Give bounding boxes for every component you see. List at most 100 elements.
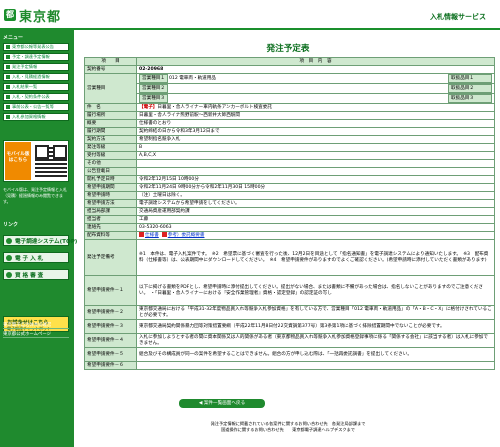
apply-method: 電子調達システムから希望申請をしてください。	[136, 199, 495, 208]
subject-text: 日暮里・舎人ライナー車内軌条アンカーボルト検査委託	[157, 105, 272, 110]
mobile-label: モバイル版はこちら	[5, 142, 31, 180]
requirement-6	[136, 361, 495, 370]
row-label: 概要	[84, 119, 137, 128]
back-button-label: 案件一覧画面へ戻る	[203, 401, 246, 406]
header-divider	[0, 28, 500, 30]
requirement-5: 組合及びその構成員が同一の案件を希望することはできません。組合の方が申し込む際は…	[136, 347, 495, 362]
remarks: ※1 本件は、電子入札案件です。 ※2 希望票に基づく審査を行った後、12月2日…	[136, 239, 495, 276]
sidebar-item-order-plan[interactable]: 発注予定情報	[3, 63, 69, 71]
department: 交通局資産運用部契約課	[136, 207, 495, 216]
row-label: 受付等級	[84, 151, 137, 160]
link-qualification-review[interactable]: 資 格 審 査	[3, 269, 69, 280]
globe-icon	[6, 254, 12, 261]
row-label: 開札予定日時	[84, 175, 137, 184]
contract-method: 希望制指名競争入札	[136, 135, 495, 144]
sidebar-item-label: 事前公表・公告一覧等	[12, 104, 54, 109]
announce-date	[136, 167, 495, 176]
sidebar-item-label: 予定・調達予定情報	[12, 54, 50, 59]
sidebar: メニュー 東京都公報等発表公告 予定・調達予定情報 発注予定情報 入札・見積経過…	[0, 30, 77, 447]
row-label: 営業種目	[84, 73, 137, 104]
contact: 03-5320-6063	[136, 223, 495, 232]
row-label: 連絡先	[84, 223, 137, 232]
sidebar-links-heading: リンク	[3, 222, 19, 228]
sidebar-item-label: 入札参加資格情報	[12, 114, 46, 119]
link-label: 電子調達システム(TOP)	[15, 238, 78, 245]
link-e-procurement-top[interactable]: 電子調達システム(TOP)	[3, 235, 77, 246]
place: 日暮里・舎人ライナ熊野前駅～西新井大師西駅間	[136, 111, 495, 120]
order-plan-table: 項 目 項 目 内 容 契約番号 02-20968 営業種目 営業種目１ 012 電…	[84, 57, 495, 370]
mobile-site-banner[interactable]: モバイル版はこちら	[3, 140, 69, 182]
requirement-4: 入札に参加しようとする者の間に資本関係又は人的関係がある者（東京都物品買入れ等競…	[136, 333, 495, 348]
apply-note: （注）土曜日は除く。	[136, 191, 495, 200]
back-to-list-button[interactable]: ◀ 案件一覧画面へ戻る	[179, 399, 265, 408]
bullet-icon	[6, 55, 10, 59]
sidebar-item-label: 東京都公報等発表公告	[12, 44, 54, 49]
row-label: 契約番号	[84, 65, 137, 74]
globe-icon	[6, 271, 12, 278]
row-label: 希望申請要件－６	[84, 361, 137, 370]
doc-link-overview[interactable]: 参考）委託概要書	[168, 233, 205, 238]
row-label: 発注等級	[84, 143, 137, 152]
sidebar-menu-heading: メニュー	[3, 35, 24, 41]
link-tokyo-official-site[interactable]: 東京都公式ホームページ	[3, 331, 69, 338]
mobile-note: モバイル版は、発注予定情報と入札（見積）経過情報のみ閲覧できます。	[3, 187, 67, 204]
link-label: 電 子 入 札	[15, 255, 44, 262]
row-label: 担当局部課	[84, 207, 137, 216]
link-tokyo-e-government[interactable]: 東京電子自治体共同運営	[3, 322, 69, 329]
pdf-icon	[161, 232, 167, 237]
sidebar-item-bid-progress[interactable]: 入札・見積経過情報	[3, 73, 69, 81]
bullet-icon	[6, 105, 10, 109]
link-label: 資 格 審 査	[15, 272, 44, 279]
tokyo-logo-mark: 都	[4, 9, 16, 21]
page-header: 都 東京都 入札情報サービス	[0, 0, 500, 30]
pdf-icon	[139, 232, 144, 237]
bullet-icon	[6, 45, 10, 49]
sidebar-item-conditions[interactable]: 入札・契約条件公表	[3, 93, 69, 101]
row-label: 希望申請時	[84, 191, 137, 200]
sidebar-item-koho[interactable]: 東京都公報等発表公告	[3, 43, 69, 51]
sidebar-item-label: 入札・契約条件公表	[12, 94, 50, 99]
opening-datetime: 令和2年12月15日 10時00分	[136, 175, 495, 184]
sidebar-item-public-notice[interactable]: 事前公表・公告一覧等	[3, 103, 69, 111]
business-item-label: 営業種目１	[139, 74, 168, 83]
page-footer: 発注予定情報に掲載されている各案件に関するお問い合わせ先 各発注局部課まで 国道…	[78, 421, 498, 433]
product-item-label: 取扱品目１	[448, 74, 492, 83]
requirement-2: 東京都交通局における「平成31-32年度物品買入れ等競争入札参加資格」を有してい…	[136, 305, 495, 320]
row-label: 履行場所	[84, 111, 137, 120]
sidebar-item-bid-results[interactable]: 入札結果一覧	[3, 83, 69, 91]
distributed-docs: 仕様書 参考）委託概要書	[136, 231, 495, 240]
summary: 仕様書のとおり	[136, 119, 495, 128]
globe-icon	[6, 237, 12, 244]
row-label: 件 名	[84, 103, 137, 112]
row-label: 希望申請要件－２	[84, 305, 137, 320]
business-row-2: 営業種目２ 取扱品目２	[136, 83, 495, 94]
doc-link-spec[interactable]: 仕様書	[145, 233, 159, 238]
row-label: 希望申請期間	[84, 183, 137, 192]
sidebar-item-schedule[interactable]: 予定・調達予定情報	[3, 53, 69, 61]
requirement-1: 以下に掲げる書類をPDFとし、希望申請時に添付提出してください。提出がない場合、…	[136, 275, 495, 306]
tokyo-logo[interactable]: 都 東京都	[4, 8, 62, 25]
row-label: 希望申請要件－４	[84, 333, 137, 348]
bullet-icon	[6, 65, 10, 69]
footer-line-2: 国道操作に関するお問い合わせ先 東京都電子調達ヘルプデスクまで	[220, 427, 355, 432]
business-row-3: 営業種目３ 取扱品目３	[136, 93, 495, 104]
sidebar-item-qualification[interactable]: 入札参加資格情報	[3, 113, 69, 121]
bullet-icon	[6, 95, 10, 99]
row-label: 希望申請要件－５	[84, 347, 137, 362]
tokyo-logo-text: 東京都	[19, 9, 62, 25]
business-item-value: 012 電車両・軌道用品	[168, 76, 216, 81]
product-item-label: 取扱品目２	[448, 84, 492, 93]
col-header-content: 項 目 内 容	[136, 57, 495, 66]
business-item-label: 営業種目３	[139, 94, 168, 103]
page-title: 発注予定表	[266, 44, 310, 54]
link-e-bidding[interactable]: 電 子 入 札	[3, 252, 69, 263]
row-label: 契約方法	[84, 135, 137, 144]
row-label: 配布資料等	[84, 231, 137, 240]
row-label: その他	[84, 159, 137, 168]
row-label: 発注予定備考	[84, 239, 137, 276]
bullet-icon	[6, 115, 10, 119]
row-label: 公告登載日	[84, 167, 137, 176]
other	[136, 159, 495, 168]
row-label: 担当者	[84, 215, 137, 224]
row-label: 履行期間	[84, 127, 137, 136]
